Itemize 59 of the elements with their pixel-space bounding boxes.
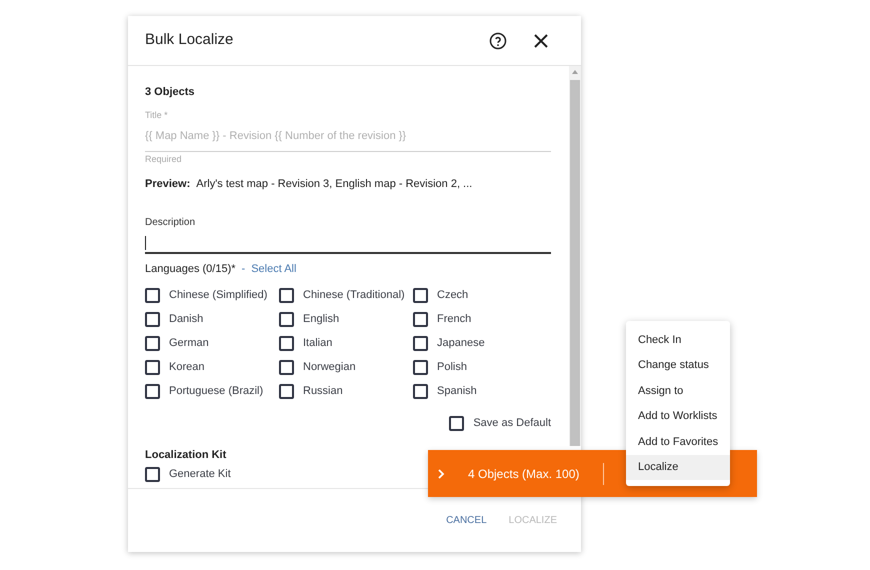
close-icon[interactable]	[534, 34, 548, 48]
checkbox-label: Japanese	[437, 336, 485, 351]
menu-item[interactable]: Localize	[626, 454, 730, 480]
scrollbar[interactable]	[569, 66, 581, 446]
separator: -	[242, 262, 246, 276]
help-icon[interactable]	[489, 32, 507, 50]
title-input[interactable]: {{ Map Name }} - Revision {{ Number of the revision }}	[145, 128, 551, 144]
menu-item[interactable]: Add to Favorites	[626, 429, 730, 454]
checkbox-label: Polish	[437, 360, 467, 375]
languages-label: Languages (0/15)*	[145, 262, 236, 276]
checkbox[interactable]	[145, 384, 160, 398]
checkbox-label: Czech	[437, 288, 468, 303]
menu-item[interactable]: Check In	[626, 327, 730, 352]
checkbox[interactable]	[279, 336, 294, 350]
checkbox-label: Save as Default	[473, 416, 551, 431]
preview-label: Preview:	[145, 177, 190, 192]
checkbox-label: Spanish	[437, 384, 477, 399]
chevron-right-icon[interactable]	[438, 468, 445, 478]
dialog-button[interactable]: CANCEL	[442, 509, 491, 532]
selection-count: 4 Objects (Max. 100)	[468, 466, 580, 482]
helper-text: Required	[145, 152, 183, 166]
preview-text: Arly's test map - Revision 3, English map - Revision 2, ...	[196, 177, 472, 192]
description-field[interactable]	[145, 234, 551, 254]
checkbox-label: Italian	[303, 336, 332, 351]
checkbox-label: Danish	[169, 312, 204, 327]
checkbox-label: French	[437, 312, 472, 327]
checkbox[interactable]	[279, 360, 294, 374]
checkbox-label: Russian	[303, 384, 343, 399]
checkbox-label: English	[303, 312, 340, 327]
checkbox[interactable]	[145, 360, 160, 374]
select-all-link[interactable]: Select All	[251, 260, 296, 277]
menu-item[interactable]: Change status	[626, 352, 730, 378]
localization-kit-label: Localization Kit	[145, 448, 226, 463]
checkbox-label: Generate Kit	[169, 467, 231, 482]
field-label: Title *	[145, 109, 169, 122]
checkbox[interactable]	[279, 312, 294, 326]
checkbox[interactable]	[413, 384, 428, 398]
checkbox-label: Korean	[169, 360, 204, 375]
checkbox-label: Portuguese (Brazil)	[169, 384, 264, 399]
checkbox[interactable]	[145, 336, 160, 350]
checkbox[interactable]	[413, 288, 428, 302]
checkbox[interactable]	[145, 467, 160, 482]
menu-item[interactable]: Add to Worklists	[626, 404, 730, 429]
checkbox[interactable]	[279, 288, 294, 302]
objects-heading: 3 Objects	[145, 85, 196, 99]
checkbox-label: Norwegian	[303, 360, 356, 375]
checkbox[interactable]	[413, 360, 428, 374]
dialog-title: Bulk Localize	[145, 30, 234, 50]
checkbox-label: Chinese (Simplified)	[169, 288, 268, 303]
menu-item[interactable]: Assign to	[626, 378, 730, 404]
checkbox[interactable]	[145, 312, 160, 326]
checkbox-label: German	[169, 336, 209, 351]
checkbox[interactable]	[279, 384, 294, 398]
description-label: Description	[145, 216, 196, 230]
checkbox[interactable]	[449, 416, 464, 430]
checkbox[interactable]	[145, 288, 160, 302]
checkbox[interactable]	[413, 336, 428, 350]
checkbox[interactable]	[413, 312, 428, 326]
checkbox-label: Chinese (Traditional)	[303, 288, 405, 303]
